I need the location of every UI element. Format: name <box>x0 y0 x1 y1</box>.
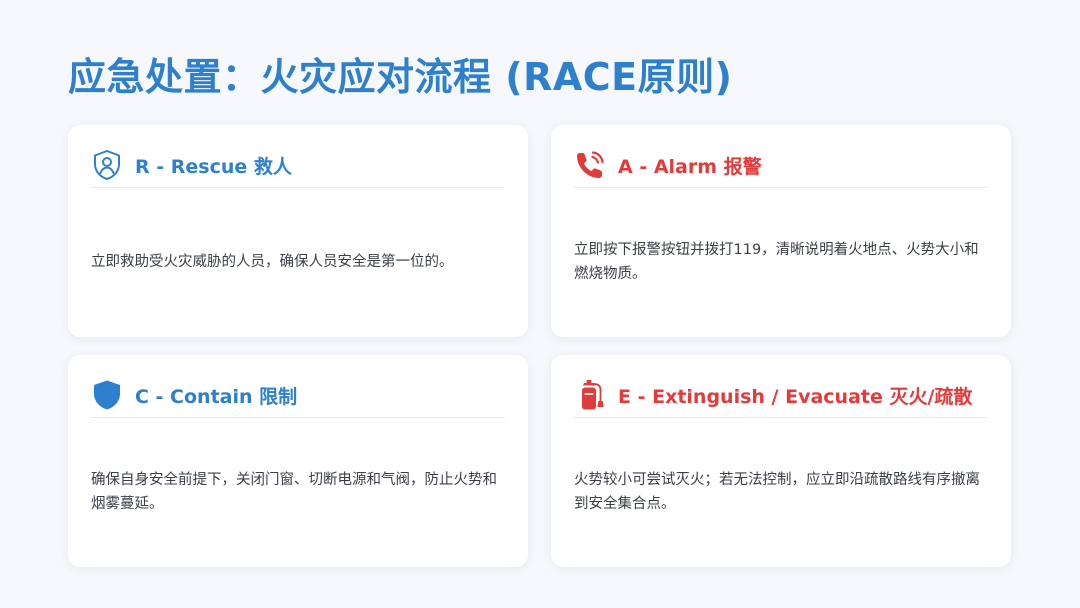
card-header: A - Alarm 报警 <box>574 149 988 188</box>
slide: 应急处置：火灾应对流程 (RACE原则) R - Rescue 救人 立即救助受… <box>0 0 1080 608</box>
shield-icon <box>91 379 123 411</box>
card-title: R - Rescue 救人 <box>135 155 292 178</box>
card-header: E - Extinguish / Evacuate 灭火/疏散 <box>574 379 988 418</box>
card-alarm: A - Alarm 报警 立即按下报警按钮并拨打119，清晰说明着火地点、火势大… <box>551 125 1011 337</box>
phone-alarm-icon <box>574 149 606 181</box>
card-description: 立即救助受火灾威胁的人员，确保人员安全是第一位的。 <box>91 254 454 270</box>
card-description: 立即按下报警按钮并拨打119，清晰说明着火地点、火势大小和燃烧物质。 <box>574 242 979 282</box>
card-description: 火势较小可尝试灭火；若无法控制，应立即沿疏散路线有序撤离到安全集合点。 <box>574 472 980 512</box>
page-title: 应急处置：火灾应对流程 (RACE原则) <box>68 55 733 99</box>
fire-extinguisher-icon <box>574 379 606 411</box>
card-rescue: R - Rescue 救人 立即救助受火灾威胁的人员，确保人员安全是第一位的。 <box>68 125 528 337</box>
card-header: R - Rescue 救人 <box>91 149 505 188</box>
card-contain: C - Contain 限制 确保自身安全前提下，关闭门窗、切断电源和气阀，防止… <box>68 355 528 567</box>
card-extinguish-evacuate: E - Extinguish / Evacuate 灭火/疏散 火势较小可尝试灭… <box>551 355 1011 567</box>
card-description: 确保自身安全前提下，关闭门窗、切断电源和气阀，防止火势和烟雾蔓延。 <box>91 472 497 512</box>
card-header: C - Contain 限制 <box>91 379 505 418</box>
rescue-person-shield-icon <box>91 149 123 181</box>
card-title: C - Contain 限制 <box>135 385 298 408</box>
card-title: A - Alarm 报警 <box>618 155 762 178</box>
card-title: E - Extinguish / Evacuate 灭火/疏散 <box>618 385 973 408</box>
